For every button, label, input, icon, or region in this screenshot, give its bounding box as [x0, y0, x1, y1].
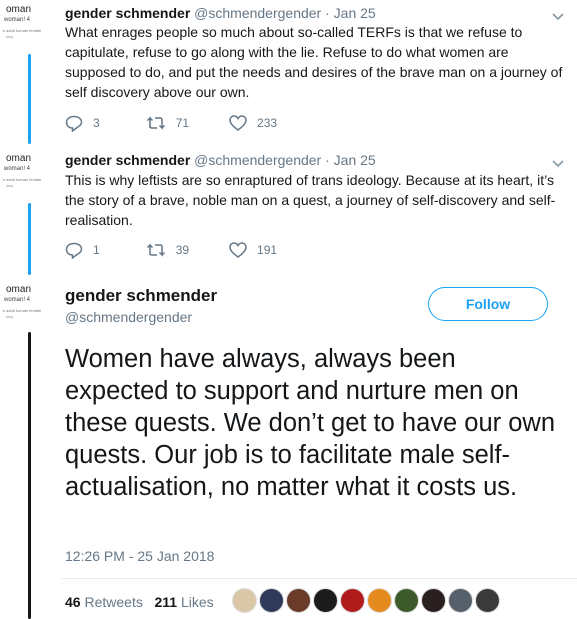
liker-avatar[interactable]	[259, 588, 284, 613]
tweet-actions: 3 71 233	[65, 113, 311, 133]
liker-avatar[interactable]	[475, 588, 500, 613]
tweet-date[interactable]: Jan 25	[334, 5, 376, 21]
display-name[interactable]: gender schmender	[65, 286, 217, 306]
retweets-stat[interactable]: 46 Retweets	[65, 594, 143, 610]
chevron-down-icon[interactable]	[551, 157, 565, 171]
avatar[interactable]: oman woman! 4 'n adult human female lady	[0, 153, 44, 197]
handle[interactable]: @schmendergender	[65, 309, 192, 325]
liker-avatar[interactable]	[394, 588, 419, 613]
tweet-text: What enrages people so much about so-cal…	[65, 24, 563, 100]
like-count: 191	[257, 243, 278, 257]
liker-avatar[interactable]	[448, 588, 473, 613]
thread-connector	[28, 54, 31, 144]
liker-avatar[interactable]	[421, 588, 446, 613]
display-name[interactable]: gender schmender	[65, 152, 190, 168]
reply-count: 1	[93, 243, 100, 257]
handle[interactable]: @schmendergender	[194, 152, 321, 168]
retweet-count: 71	[175, 116, 190, 130]
tweet-header: gender schmender @schmendergender · Jan …	[65, 5, 376, 21]
tweet-header: gender schmender @schmendergender · Jan …	[65, 152, 376, 168]
liker-avatar[interactable]	[232, 588, 257, 613]
retweet-icon	[146, 116, 165, 130]
like-icon	[229, 115, 247, 131]
handle[interactable]: @schmendergender	[194, 5, 321, 21]
thread-connector	[28, 332, 31, 619]
retweet-button[interactable]: 71	[146, 115, 189, 131]
tweet-text: Women have always, always been expected …	[65, 345, 556, 501]
tweet-text: This is why leftists are so enraptured o…	[65, 172, 556, 228]
reply-count: 3	[93, 116, 100, 130]
like-button[interactable]: 191	[229, 242, 277, 258]
display-name[interactable]: gender schmender	[65, 5, 190, 21]
tweet-timestamp[interactable]: 12:26 PM - 25 Jan 2018	[65, 548, 214, 564]
reply-button[interactable]: 3	[65, 115, 100, 132]
like-icon	[229, 242, 247, 258]
thread-tweet[interactable]: oman woman! 4 'n adult human female lady…	[0, 145, 577, 275]
reply-icon	[65, 115, 83, 132]
retweet-icon	[146, 243, 165, 257]
liker-avatars	[232, 588, 502, 613]
reply-icon	[65, 242, 83, 259]
liker-avatar[interactable]	[313, 588, 338, 613]
avatar[interactable]: oman woman! 4 'n adult human female lady	[0, 284, 44, 328]
tweet-actions: 1 39 191	[65, 240, 311, 260]
like-count: 233	[257, 116, 278, 130]
reply-button[interactable]: 1	[65, 242, 100, 259]
like-button[interactable]: 233	[229, 115, 277, 131]
avatar[interactable]: oman woman! 4 'n adult human female lady	[0, 4, 44, 48]
divider	[62, 578, 577, 579]
liker-avatar[interactable]	[340, 588, 365, 613]
separator: ·	[325, 5, 330, 21]
tweet-date[interactable]: Jan 25	[334, 152, 376, 168]
separator: ·	[325, 152, 330, 168]
follow-button[interactable]: Follow	[428, 287, 548, 321]
thread-connector	[28, 203, 31, 275]
retweet-count: 39	[175, 243, 190, 257]
liker-avatar[interactable]	[367, 588, 392, 613]
liker-avatar[interactable]	[286, 588, 311, 613]
likes-stat[interactable]: 211 Likes	[155, 594, 214, 610]
tweet-stats: 46 Retweets 211 Likes	[65, 594, 214, 610]
thread-tweet[interactable]: oman woman! 4 'n adult human female lady…	[0, 0, 577, 145]
retweet-button[interactable]: 39	[146, 242, 189, 258]
